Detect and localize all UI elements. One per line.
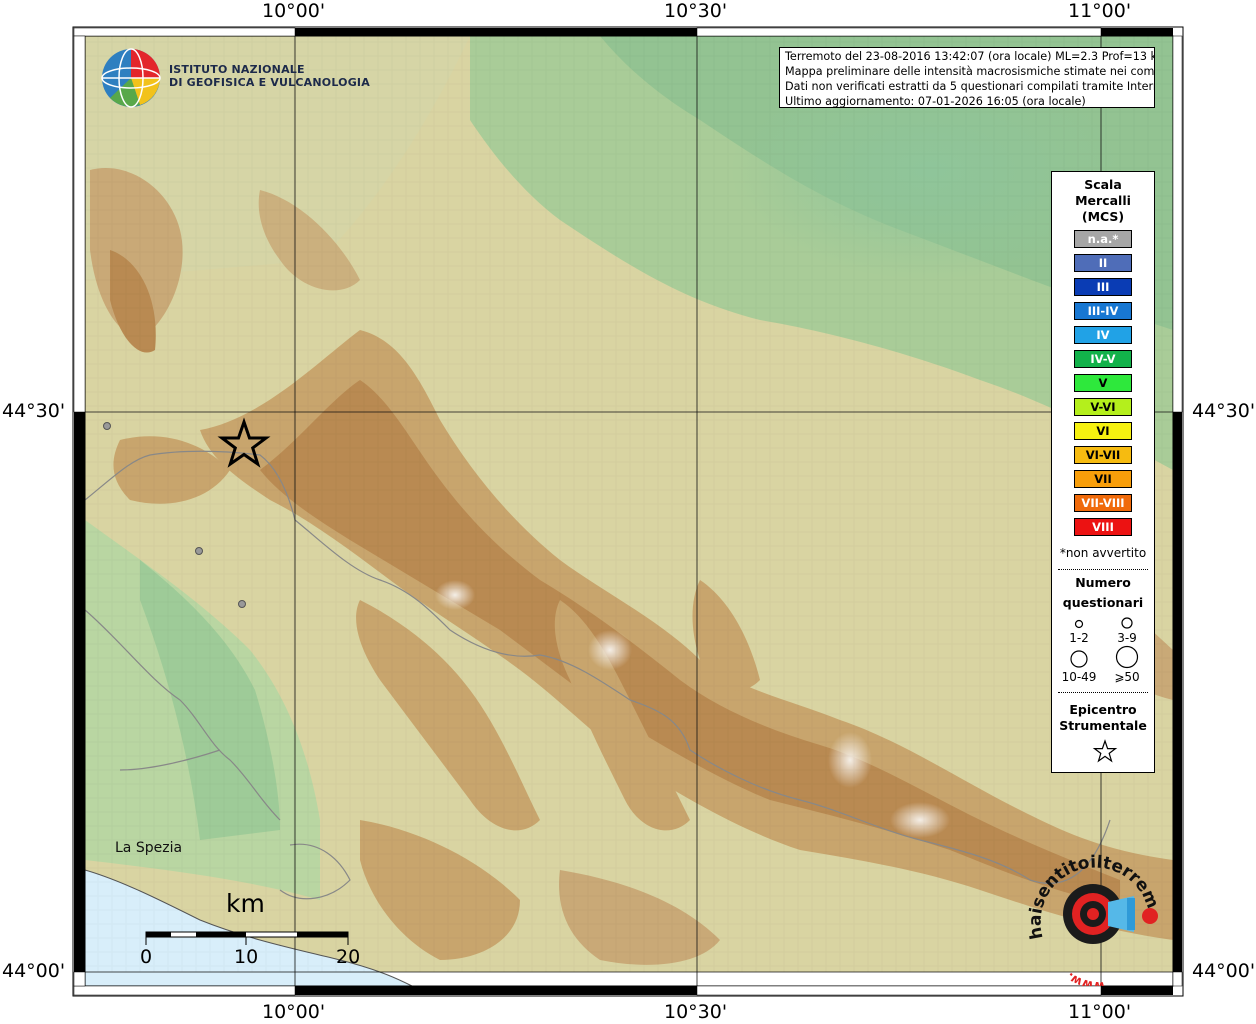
hsit-badge-text: haisentitoilterremoto.it www. — [1023, 846, 1163, 986]
lat-label-left-1: 44°30' — [2, 400, 66, 422]
epicenter-title-2: Strumentale — [1059, 718, 1147, 733]
legend-swatch-3: III-IV — [1074, 302, 1132, 320]
logo-line-2: DI GEOFISICA E VULCANOLOGIA — [169, 76, 370, 89]
locality-dot — [195, 547, 203, 555]
lon-label-top-3: 11°00' — [1068, 0, 1132, 22]
lat-label-right-1: 44°30' — [1192, 400, 1256, 422]
lon-label-bottom-1: 10°00' — [262, 1001, 326, 1023]
lat-label-right-2: 44°00' — [1192, 960, 1256, 982]
scale-tick-20: 20 — [336, 946, 361, 968]
epicenter-legend-star-icon — [1092, 739, 1118, 763]
legend-separator-2 — [1058, 692, 1148, 693]
questionnaire-title-2: questionari — [1062, 595, 1144, 610]
legend-swatch-2: III — [1074, 278, 1132, 296]
legend-title: Scala Mercalli (MCS) — [1052, 177, 1154, 225]
locality-dot — [238, 600, 246, 608]
ingv-logo-text: ISTITUTO NAZIONALE DI GEOFISICA E VULCAN… — [169, 63, 370, 89]
scale-tick-10: 10 — [234, 946, 259, 968]
ingv-globe-icon — [101, 48, 161, 108]
lat-label-left-2: 44°00' — [2, 960, 66, 982]
legend-swatch-5: IV-V — [1074, 350, 1132, 368]
q-label-50: ⩾50 — [1114, 670, 1140, 684]
locality-dot — [103, 422, 111, 430]
mcs-legend: Scala Mercalli (MCS) n.a.* II III III-IV IV I… — [1051, 171, 1155, 773]
epicenter-title-1: Epicentro — [1069, 702, 1137, 717]
legend-note: *non avvertito — [1059, 546, 1147, 560]
scale-unit: km — [226, 889, 265, 918]
legend-swatch-10: VII — [1074, 470, 1132, 488]
legend-swatch-6: V — [1074, 374, 1132, 392]
legend-title-1: Scala — [1084, 177, 1122, 192]
lon-label-top-1: 10°00' — [262, 0, 326, 22]
terrain — [84, 36, 1173, 987]
badge-site-name: haisentitoilterremoto.it — [1023, 846, 1163, 941]
event-info-box: Terremoto del 23-08-2016 13:42:07 (ora l… — [779, 47, 1155, 108]
legend-swatch-9: VI-VII — [1074, 446, 1132, 464]
info-line-3: Dati non verificati estratti da 5 questi… — [785, 80, 1155, 93]
legend-swatch-7: V-VI — [1074, 398, 1132, 416]
legend-title-2: Mercalli — [1075, 193, 1131, 208]
legend-swatch-12: VIII — [1074, 518, 1132, 536]
scale-tick-0: 0 — [140, 946, 153, 968]
legend-swatch-1: II — [1074, 254, 1132, 272]
lon-label-bottom-2: 10°30' — [664, 1001, 728, 1023]
legend-swatch-11: VII-VIII — [1074, 494, 1132, 512]
lon-label-bottom-3: 11°00' — [1068, 1001, 1132, 1023]
badge-www: www. — [1064, 970, 1105, 986]
logo-line-1: ISTITUTO NAZIONALE — [169, 63, 305, 76]
q-label-10-49: 10-49 — [1061, 670, 1097, 684]
info-line-1: Terremoto del 23-08-2016 13:42:07 (ora l… — [785, 50, 1155, 63]
info-line-2: Mappa preliminare delle intensità macros… — [785, 65, 1155, 78]
legend-separator — [1058, 569, 1148, 570]
info-line-4: Ultimo aggiornamento: 07-01-2026 16:05 (… — [785, 95, 1086, 108]
legend-swatch-4: IV — [1074, 326, 1132, 344]
q-label-3-9: 3-9 — [1117, 631, 1137, 645]
lon-label-top-2: 10°30' — [664, 0, 728, 22]
legend-swatch-8: VI — [1074, 422, 1132, 440]
svg-text:www.: www. — [1064, 970, 1105, 986]
questionnaire-title-1: Numero — [1075, 575, 1131, 590]
place-label-la-spezia: La Spezia — [115, 840, 183, 856]
legend-title-3: (MCS) — [1081, 209, 1125, 224]
legend-swatch-0: n.a.* — [1074, 230, 1132, 248]
svg-text:haisentitoilterremoto.it: haisentitoilterremoto.it — [1023, 846, 1163, 941]
q-label-1-2: 1-2 — [1069, 631, 1089, 645]
